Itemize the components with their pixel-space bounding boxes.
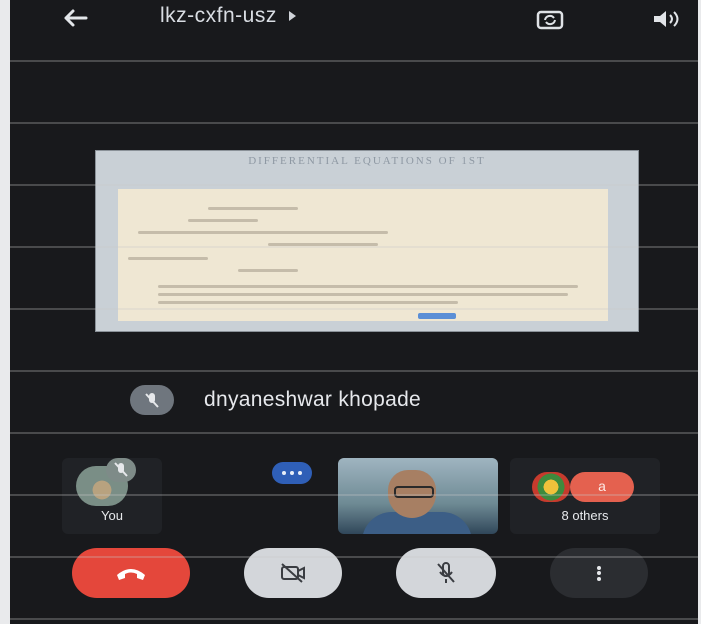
more-options-button[interactable] [550, 548, 648, 598]
meeting-code: lkz-cxfn-usz [160, 4, 277, 27]
presenter-mic-status [130, 385, 174, 415]
back-button[interactable] [56, 4, 96, 32]
presenter-video-tile[interactable] [338, 458, 498, 534]
others-participants-tile[interactable]: a 8 others [510, 458, 660, 534]
phone-hangup-icon [117, 569, 145, 580]
document-line [128, 257, 208, 260]
self-mic-badge [106, 458, 136, 482]
caret-right-icon [288, 11, 296, 21]
document-line [138, 231, 388, 234]
top-bar: lkz-cxfn-usz [10, 0, 698, 40]
document-line [158, 293, 568, 296]
call-controls [10, 548, 698, 604]
document-line [158, 301, 458, 304]
camera-off-icon [281, 563, 305, 583]
video-person-glasses [394, 486, 434, 498]
camera-switch-icon [536, 10, 564, 30]
document-line [238, 269, 298, 272]
participant-options-button[interactable] [272, 462, 312, 484]
document-title: DIFFERENTIAL EQUATIONS OF 1ST [248, 155, 486, 167]
document-line [158, 285, 578, 288]
mic-off-icon [145, 393, 159, 408]
presenter-name: dnyaneshwar khopade [204, 388, 422, 411]
avatar: a [570, 472, 634, 502]
presenter-info: dnyaneshwar khopade [130, 385, 421, 415]
self-label: You [101, 508, 123, 523]
document-line [188, 219, 258, 222]
others-count-label: 8 others [561, 508, 609, 523]
document-button [418, 313, 456, 319]
end-call-button[interactable] [72, 548, 190, 598]
camera-toggle-button[interactable] [244, 548, 342, 598]
document-line [208, 207, 298, 210]
more-vert-icon [597, 564, 601, 582]
meet-call-screen: lkz-cxfn-usz DIFFERENTIAL EQUATIONS OF 1… [10, 0, 698, 624]
self-participant-tile[interactable]: You [62, 458, 162, 534]
avatar [532, 472, 570, 502]
mic-off-icon [114, 462, 128, 477]
shared-screen-presentation[interactable]: DIFFERENTIAL EQUATIONS OF 1ST [96, 151, 638, 331]
microphone-toggle-button[interactable] [396, 548, 496, 598]
speaker-icon [654, 11, 679, 27]
switch-camera-button[interactable] [532, 4, 568, 34]
more-horiz-icon [282, 471, 286, 475]
arrow-left-icon [64, 9, 88, 27]
meeting-code-button[interactable]: lkz-cxfn-usz [160, 4, 296, 28]
document-page [118, 189, 608, 321]
mic-off-icon [437, 562, 455, 583]
avatar-initial: a [598, 478, 606, 494]
speaker-button[interactable] [646, 4, 686, 34]
document-line [268, 243, 378, 246]
